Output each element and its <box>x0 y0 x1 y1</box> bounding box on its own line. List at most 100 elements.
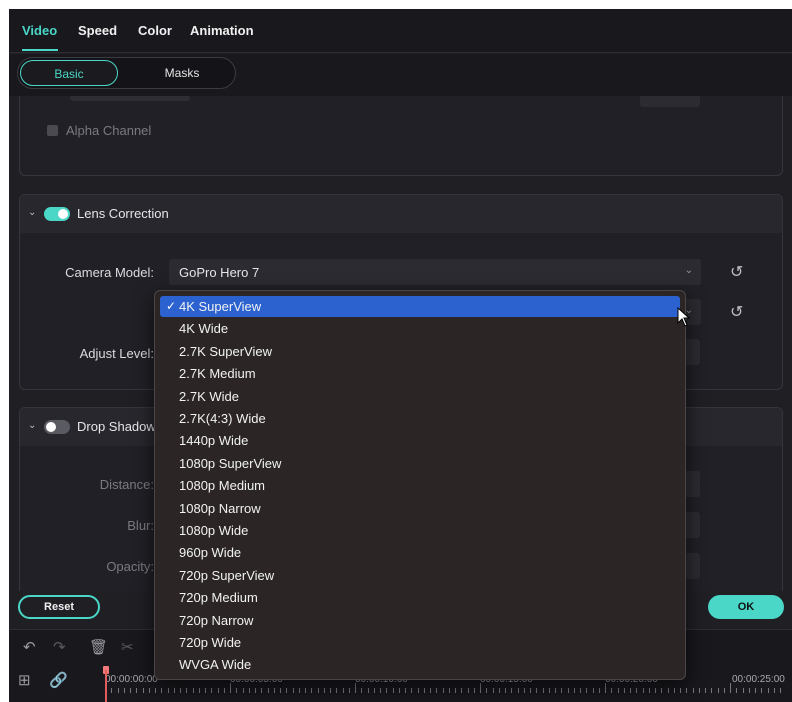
undo-icon[interactable]: ↶ <box>23 638 36 656</box>
ruler-tick <box>367 688 369 693</box>
ruler-tick <box>723 688 725 693</box>
blur-label: Blur: <box>127 518 154 533</box>
dropdown-option[interactable]: 720p Medium <box>160 587 680 608</box>
dropdown-option[interactable]: 2.7K SuperView <box>160 341 680 362</box>
ruler-tick <box>536 688 538 693</box>
dropdown-option[interactable]: 1080p Narrow <box>160 498 680 519</box>
distance-label: Distance: <box>99 477 154 492</box>
ruler-tick <box>205 688 206 693</box>
dropdown-option[interactable]: 720p Wide <box>160 632 680 653</box>
dropdown-option[interactable]: WVGA Wide <box>160 654 680 675</box>
tab-color[interactable]: Color <box>138 23 172 38</box>
dropdown-option-label: 720p Wide <box>179 635 242 650</box>
dropdown-option[interactable]: 720p SuperView <box>160 565 680 586</box>
ruler-tick <box>117 688 119 693</box>
ruler-tick <box>636 688 638 693</box>
playhead[interactable] <box>105 670 107 702</box>
dropdown-option[interactable]: 1080p SuperView <box>160 453 680 474</box>
ruler-tick <box>642 688 644 693</box>
ruler-tick <box>692 688 694 693</box>
dropdown-option[interactable]: 1440p Wide <box>160 430 680 451</box>
ruler-tick <box>180 688 181 693</box>
ruler-tick <box>148 688 150 693</box>
chevron-down-icon[interactable]: ⌄ <box>28 207 36 218</box>
trash-icon[interactable]: 🗑 <box>89 638 108 656</box>
ruler-tick <box>773 688 775 693</box>
timecode-label: 00:00:00:00 <box>105 674 158 685</box>
ruler-tick <box>755 688 756 693</box>
dropdown-option[interactable]: 720p Narrow <box>160 610 680 631</box>
active-tab-indicator <box>22 49 58 51</box>
alpha-channel-checkbox[interactable] <box>47 125 58 136</box>
ruler-tick <box>573 688 575 693</box>
ruler-tick <box>255 688 256 693</box>
dropdown-option[interactable]: 1080p Medium <box>160 475 680 496</box>
tab-animation[interactable]: Animation <box>190 23 254 38</box>
toggle-knob <box>58 209 68 219</box>
ruler-tick <box>198 688 200 693</box>
dropdown-option-label: 4K Wide <box>179 321 229 337</box>
ruler-tick <box>580 688 581 693</box>
ruler-tick <box>505 688 506 693</box>
dropdown-option-label: 720p SuperView <box>179 567 275 583</box>
opacity-label: Opacity: <box>106 559 154 574</box>
scissors-icon[interactable]: ✂ <box>121 638 134 656</box>
upper-panel: Alpha Channel <box>19 96 783 176</box>
ruler-tick <box>648 688 650 693</box>
lens-correction-header[interactable]: ⌄ Lens Correction <box>20 195 782 233</box>
ok-button[interactable]: OK <box>708 595 784 619</box>
tab-video[interactable]: Video <box>22 23 57 38</box>
ruler-tick <box>667 688 669 693</box>
dropdown-option-label: 1080p SuperView <box>179 455 282 471</box>
add-track-icon[interactable]: ⊞ <box>18 671 31 689</box>
mouse-cursor-icon <box>677 307 691 327</box>
camera-model-reset-icon[interactable]: ↺ <box>730 262 743 282</box>
ruler-tick <box>411 688 413 693</box>
ruler-tick <box>217 688 219 693</box>
dropdown-option[interactable]: 4K Wide <box>160 318 680 339</box>
dropdown-option-label: 4K SuperView <box>179 299 262 314</box>
dropdown-option[interactable]: 960p Wide <box>160 542 680 563</box>
ruler-tick <box>623 688 625 693</box>
tab-speed[interactable]: Speed <box>78 23 117 38</box>
ruler-tick <box>236 688 238 693</box>
segmented-control: Basic Masks <box>17 57 236 89</box>
ruler-tick <box>455 688 456 693</box>
ruler-tick <box>555 688 556 693</box>
ruler-tick <box>311 688 313 693</box>
dropdown-option[interactable]: 2.7K Medium <box>160 363 680 384</box>
ruler-tick <box>473 688 475 693</box>
ruler-tick <box>673 688 675 693</box>
ruler-tick <box>436 688 438 693</box>
dropdown-option[interactable]: 2.7K Wide <box>160 386 680 407</box>
dropdown-option-label: 1080p Narrow <box>179 500 261 516</box>
link-icon[interactable]: 🔗 <box>49 671 68 689</box>
ruler-tick <box>192 688 194 693</box>
ruler-tick <box>123 688 125 693</box>
segment-masks[interactable]: Masks <box>136 60 228 86</box>
lens-mode-reset-icon[interactable]: ↺ <box>730 302 743 322</box>
dropdown-option[interactable]: 1080p Wide <box>160 520 680 541</box>
dropdown-option[interactable]: 2.7K(4:3) Wide <box>160 408 680 429</box>
segment-basic[interactable]: Basic <box>20 60 118 86</box>
timecode-label: 00:00:25:00 <box>732 674 785 685</box>
ruler-tick <box>242 688 244 693</box>
reset-button[interactable]: Reset <box>18 595 100 619</box>
ruler-tick <box>230 683 231 693</box>
redo-icon[interactable]: ↷ <box>53 638 66 656</box>
ruler-tick <box>467 688 469 693</box>
ruler-tick <box>342 688 344 693</box>
ruler-tick <box>167 688 169 693</box>
drop-shadow-toggle[interactable] <box>44 420 70 434</box>
dropdown-option[interactable]: ✓ 4K SuperView <box>160 296 680 317</box>
chevron-down-icon[interactable]: ⌄ <box>28 420 36 431</box>
dropdown-option-label: 720p Narrow <box>179 612 254 628</box>
adjust-level-label: Adjust Level: <box>79 346 154 361</box>
dropdown-option-label: 2.7K Wide <box>179 388 239 404</box>
camera-model-select[interactable]: GoPro Hero 7 ⌄ <box>169 259 701 285</box>
ruler-tick <box>261 688 263 693</box>
lens-correction-toggle[interactable] <box>44 207 70 221</box>
chevron-down-icon: ⌄ <box>684 265 693 276</box>
ruler-tick <box>611 688 613 693</box>
ruler-tick <box>361 688 363 693</box>
